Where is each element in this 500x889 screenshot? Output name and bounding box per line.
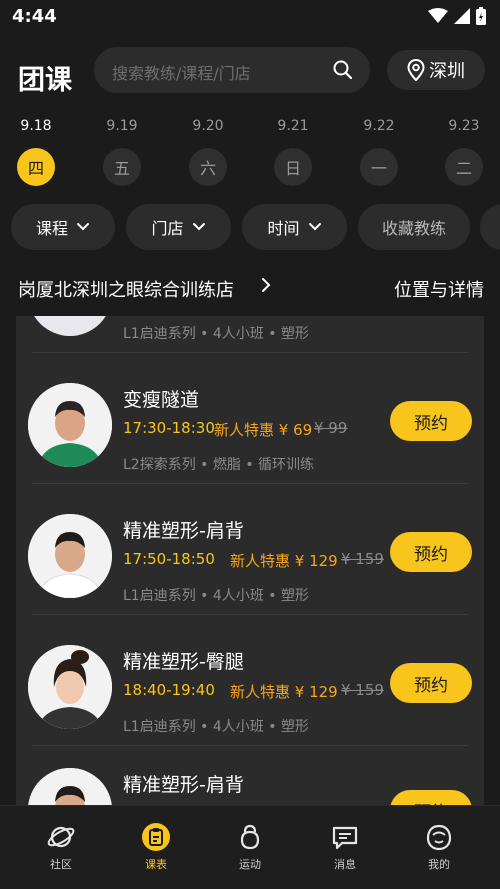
class-item[interactable]: 精准塑形-肩背 预约	[16, 746, 484, 805]
date-number: 9.21	[277, 118, 309, 134]
coach-avatar	[28, 316, 112, 336]
tab-label: 我的	[428, 858, 450, 871]
class-meta: L1启迪系列 • 4人小班 • 塑形	[123, 719, 309, 735]
class-time: 18:40-19:40	[123, 681, 215, 699]
bottom-tab-bar: 社区 课表 运动 消息 我的	[0, 805, 500, 889]
search-input[interactable]: 搜索教练/课程/门店	[94, 47, 370, 93]
location-pin-icon	[407, 59, 425, 81]
profile-icon	[404, 822, 474, 852]
time-filter-button[interactable]: 时间	[242, 204, 347, 250]
date-number: 9.22	[363, 118, 395, 134]
class-name: 精准塑形-肩背	[123, 520, 244, 542]
course-filter-button[interactable]: 课程	[11, 204, 115, 250]
store-filter-label: 门店	[151, 219, 184, 238]
signal-icon	[454, 8, 470, 24]
wifi-icon	[428, 8, 448, 23]
tab-label: 社区	[50, 858, 72, 871]
tab-sport[interactable]: 运动	[215, 822, 285, 872]
chevron-right-icon	[262, 278, 271, 292]
class-item[interactable]: 精准塑形-肩背 17:50-18:50 新人特惠 ¥ 129 ¥ 159 L1启…	[16, 484, 484, 614]
date-item[interactable]: 9.20 六	[178, 116, 238, 186]
planet-icon	[26, 822, 96, 852]
date-number: 9.19	[106, 118, 138, 134]
status-bar: 4:44	[0, 0, 500, 34]
date-item[interactable]: 9.22 一	[349, 116, 409, 186]
class-promo-price: 新人特惠 ¥ 129	[230, 552, 338, 570]
book-button[interactable]: 预约	[390, 532, 472, 572]
tab-profile[interactable]: 我的	[404, 822, 474, 872]
weekday-circle[interactable]: 一	[360, 148, 398, 186]
class-meta: L1启迪系列 • 4人小班 • 塑形	[123, 588, 309, 604]
class-meta: L1启迪系列 • 4人小班 • 塑形	[123, 326, 309, 342]
store-detail-link[interactable]: 位置与详情	[394, 276, 484, 302]
city-label: 深圳	[429, 61, 465, 82]
book-button[interactable]: 预约	[390, 663, 472, 703]
date-number: 9.20	[192, 118, 224, 134]
store-name[interactable]: 岗厦北深圳之眼综合训练店	[18, 276, 234, 302]
weekday-circle[interactable]: 五	[103, 148, 141, 186]
store-filter-button[interactable]: 门店	[126, 204, 231, 250]
class-time: 17:50-18:50	[123, 550, 215, 568]
weekday-circle[interactable]: 日	[274, 148, 312, 186]
date-item[interactable]: 9.23 二	[434, 116, 494, 186]
class-item[interactable]: 变瘦隧道 17:30-18:30 新人特惠 ¥ 69 ¥ 99 L2探索系列 •…	[16, 353, 484, 483]
tab-schedule[interactable]: 课表	[121, 822, 191, 872]
book-button[interactable]: 预约	[390, 401, 472, 441]
date-item[interactable]: 9.19 五	[92, 116, 152, 186]
search-placeholder: 搜索教练/课程/门店	[112, 64, 251, 83]
favorite-coach-filter-button[interactable]: 收藏教练	[358, 204, 470, 250]
book-button[interactable]: 预约	[390, 790, 472, 805]
coach-avatar	[28, 768, 112, 805]
date-strip: 9.18 四 9.19 五 9.20 六 9.21 日 9.22 一 9.23 …	[0, 116, 500, 192]
page-title: 团课	[18, 65, 72, 96]
date-item[interactable]: 9.21 日	[263, 116, 323, 186]
date-number: 9.18	[20, 118, 52, 134]
chevron-down-icon	[308, 223, 321, 231]
search-icon[interactable]	[332, 59, 354, 81]
message-icon	[310, 822, 380, 852]
class-original-price: ¥ 159	[341, 550, 384, 568]
coach-avatar	[28, 514, 112, 598]
status-time: 4:44	[12, 6, 57, 27]
class-item: L1启迪系列 • 4人小班 • 塑形	[16, 316, 484, 352]
tab-community[interactable]: 社区	[26, 822, 96, 872]
date-number: 9.23	[448, 118, 480, 134]
chevron-down-icon	[192, 223, 205, 231]
class-original-price: ¥ 159	[341, 681, 384, 699]
favorite-coach-label: 收藏教练	[381, 219, 446, 238]
coach-avatar	[28, 645, 112, 729]
header: 团课 搜索教练/课程/门店 深圳	[0, 44, 500, 104]
class-name: 精准塑形-肩背	[123, 774, 244, 796]
class-promo-price: 新人特惠 ¥ 69	[214, 421, 313, 439]
tab-label: 课表	[145, 858, 167, 871]
class-original-price: ¥ 99	[314, 419, 348, 437]
kettlebell-icon	[215, 822, 285, 852]
weekday-circle[interactable]: 二	[445, 148, 483, 186]
status-icons	[428, 7, 486, 25]
tab-messages[interactable]: 消息	[310, 822, 380, 872]
date-item[interactable]: 9.18 四	[6, 116, 66, 186]
chevron-down-icon	[77, 223, 89, 231]
clipboard-icon	[121, 822, 191, 852]
class-meta: L2探索系列 • 燃脂 • 循环训练	[123, 457, 315, 473]
course-filter-label: 课程	[35, 219, 68, 238]
coach-avatar	[28, 383, 112, 467]
class-name: 变瘦隧道	[123, 389, 200, 411]
time-filter-label: 时间	[267, 219, 300, 238]
class-time: 17:30-18:30	[123, 419, 215, 437]
more-filter-button[interactable]	[480, 204, 500, 250]
weekday-circle[interactable]: 四	[17, 148, 55, 186]
tab-label: 消息	[334, 858, 356, 871]
store-row[interactable]: 岗厦北深圳之眼综合训练店 位置与详情	[0, 264, 500, 308]
class-item[interactable]: 精准塑形-臀腿 18:40-19:40 新人特惠 ¥ 129 ¥ 159 L1启…	[16, 615, 484, 745]
weekday-circle[interactable]: 六	[189, 148, 227, 186]
battery-icon	[476, 7, 486, 25]
class-name: 精准塑形-臀腿	[123, 651, 244, 673]
filter-bar: 课程 门店 时间 收藏教练	[0, 204, 500, 252]
city-selector-button[interactable]: 深圳	[387, 50, 485, 90]
class-list[interactable]: L1启迪系列 • 4人小班 • 塑形 变瘦隧道 17:30-18:30 新人特惠…	[16, 316, 484, 805]
class-promo-price: 新人特惠 ¥ 129	[230, 683, 338, 701]
tab-label: 运动	[239, 858, 261, 871]
